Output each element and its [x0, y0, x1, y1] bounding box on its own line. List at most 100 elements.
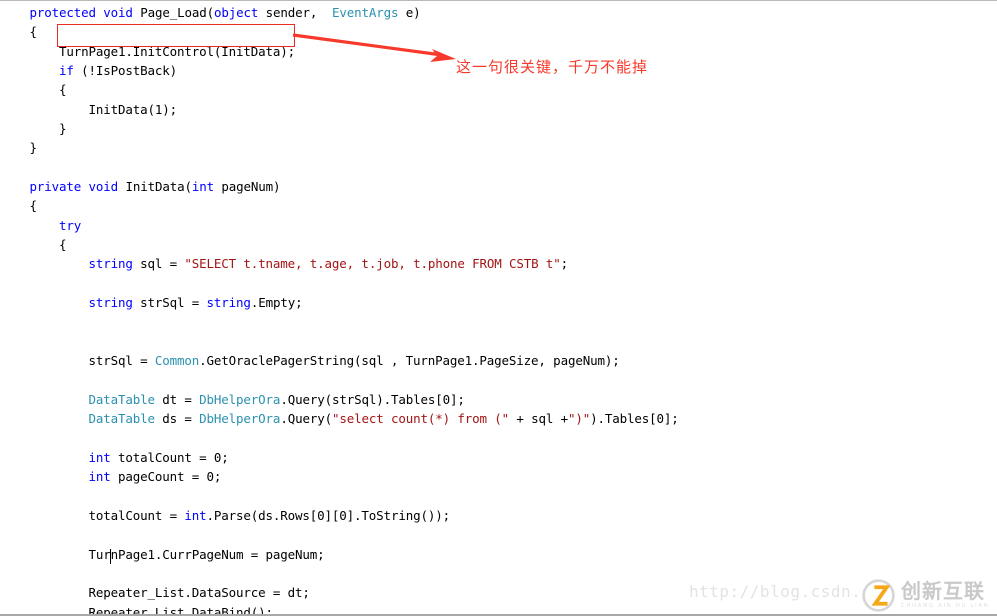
code-token: try [59, 217, 82, 233]
logo-text: 创新互联 CHUANG XIN HU LIAN [901, 581, 989, 610]
code-token: sender, [258, 5, 332, 20]
code-token: void [103, 5, 133, 20]
code-line[interactable]: InitData(1); [0, 100, 997, 119]
code-token: } [0, 140, 38, 156]
code-token: TurnPage1.InitControl(InitData); [0, 43, 296, 59]
code-editor-surface[interactable]: protected void Page_Load(object sender, … [0, 1, 997, 616]
code-token: strSql = [132, 295, 207, 311]
code-token: private [29, 179, 82, 195]
code-line[interactable]: } [0, 138, 997, 157]
code-token: e) [398, 5, 421, 20]
code-token: dt = [154, 391, 200, 407]
code-line[interactable]: string sql = "SELECT t.tname, t.age, t.j… [0, 254, 997, 273]
code-token: { [0, 237, 67, 253]
code-token: if [59, 63, 74, 79]
code-line[interactable]: strSql = Common.GetOraclePagerString(sql… [0, 351, 997, 370]
code-token: Repeater_List.DataBind(); [0, 604, 274, 616]
code-token: string [206, 295, 251, 311]
code-line[interactable]: int pageCount = 0; [0, 467, 997, 486]
code-line[interactable]: DataTable dt = DbHelperOra.Query(strSql)… [0, 390, 997, 409]
code-line[interactable]: DataTable ds = DbHelperOra.Query("select… [0, 409, 997, 428]
code-token: TurnPage1.CurrPageNum = pageNum; [0, 546, 325, 562]
code-token: string [88, 295, 133, 311]
text-caret [110, 549, 111, 564]
code-token: DbHelperOra [199, 411, 281, 427]
code-line[interactable]: int totalCount = 0; [0, 448, 997, 467]
code-line[interactable] [0, 564, 997, 583]
code-line[interactable]: private void InitData(int pageNum) [0, 177, 997, 196]
code-line[interactable]: string strSql = string.Empty; [0, 293, 997, 312]
code-line[interactable] [0, 487, 997, 506]
annotation-note-text: 这一句很关键，千万不能掉 [456, 58, 649, 76]
watermark-url: http://blog.csdn. [689, 582, 862, 601]
code-token: .GetOraclePagerString(sql , TurnPage1.Pa… [199, 353, 620, 369]
code-token: ds = [154, 411, 200, 427]
code-token: int [88, 469, 111, 485]
logo-name: 创新互联 [901, 578, 985, 603]
brand-logo: 创新互联 CHUANG XIN HU LIAN [862, 576, 994, 614]
code-token: strSql = [0, 353, 155, 369]
code-line[interactable] [0, 371, 997, 390]
code-token: + sql + [508, 411, 568, 427]
code-token: "select count(*) from (" [331, 411, 509, 427]
code-line[interactable] [0, 158, 997, 177]
code-line[interactable]: totalCount = int.Parse(ds.Rows[0][0].ToS… [0, 506, 997, 525]
code-token: totalCount = [0, 507, 185, 523]
code-line[interactable]: { [0, 235, 997, 254]
code-line[interactable]: Repeater_List.DataBind(); [0, 603, 997, 616]
code-token: void [88, 179, 119, 195]
code-token: { [0, 198, 38, 214]
code-token: .Empty; [250, 295, 303, 311]
code-token: int [88, 449, 111, 465]
code-line[interactable]: TurnPage1.CurrPageNum = pageNum; [0, 545, 997, 564]
code-token: Repeater_List.DataSource = dt; [0, 585, 310, 601]
code-token: DataTable [88, 391, 156, 407]
logo-subtitle: CHUANG XIN HU LIAN [901, 602, 990, 609]
code-token: Common [154, 353, 200, 369]
code-line[interactable]: protected void Page_Load(object sender, … [0, 3, 997, 22]
code-token: InitData(1); [0, 101, 178, 117]
code-token: string [88, 256, 133, 272]
logo-mark-icon [862, 578, 895, 612]
code-token: ")" [567, 411, 591, 427]
code-line[interactable]: { [0, 80, 997, 99]
code-token: } [0, 121, 67, 137]
code-token: int [191, 179, 214, 195]
code-line[interactable] [0, 313, 997, 332]
code-line[interactable] [0, 274, 997, 293]
code-token: "SELECT t.tname, t.age, t.job, t.phone F… [184, 256, 561, 272]
code-line[interactable] [0, 429, 997, 448]
code-token: .Query( [280, 411, 332, 427]
code-token: ).Tables[0]; [590, 411, 679, 427]
code-token: Page_Load( [132, 5, 214, 20]
code-line[interactable] [0, 525, 997, 544]
code-token: DataTable [88, 411, 156, 427]
code-line[interactable] [0, 332, 997, 351]
code-token: pageCount = 0; [110, 469, 222, 485]
code-token: ; [560, 256, 569, 272]
code-line[interactable]: { [0, 22, 997, 41]
code-screenshot: protected void Page_Load(object sender, … [0, 0, 997, 616]
code-line[interactable]: try [0, 216, 997, 235]
code-line[interactable]: } [0, 119, 997, 138]
code-token: { [0, 24, 38, 40]
code-token: (!IsPostBack) [73, 63, 178, 79]
code-token: InitData( [118, 179, 192, 195]
code-token: pageNum) [213, 179, 281, 195]
code-token: { [0, 82, 67, 98]
code-token: object [213, 5, 259, 20]
code-token: EventArgs [331, 5, 399, 20]
code-line[interactable]: { [0, 196, 997, 215]
code-token: protected [29, 5, 97, 20]
